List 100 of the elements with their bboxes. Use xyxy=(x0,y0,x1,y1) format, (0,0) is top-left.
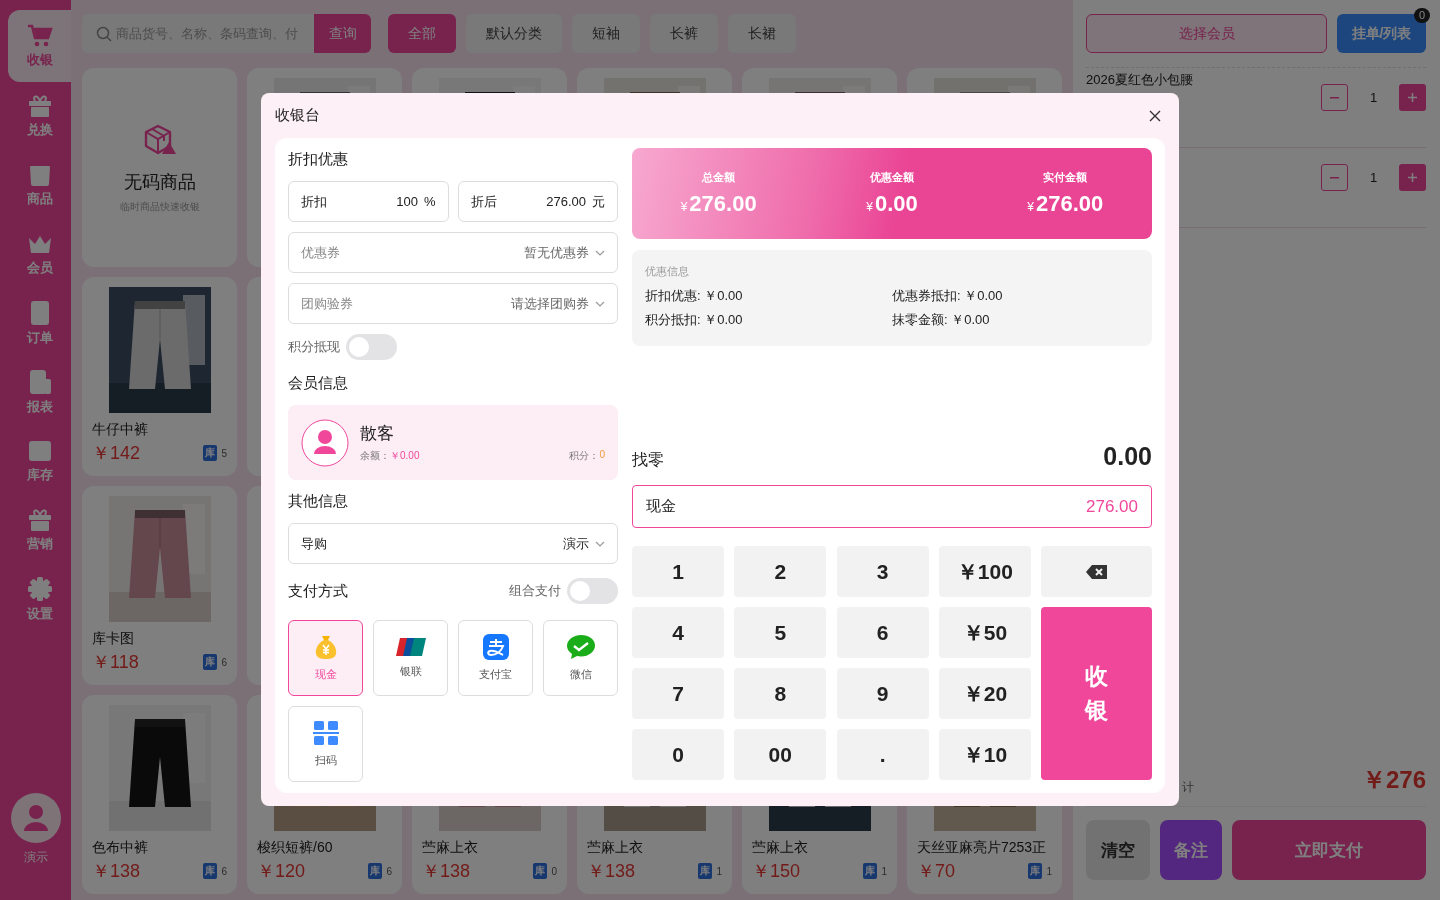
keypad-key[interactable]: 6 xyxy=(836,607,929,658)
clear-button[interactable]: 清空 xyxy=(1086,820,1150,880)
discount-info-item: 折扣优惠: ￥0.00 xyxy=(645,287,744,305)
stock-badge: 库 xyxy=(203,445,218,461)
discounted-price-field[interactable]: 折后 276.00 元 xyxy=(457,181,618,222)
keypad-key[interactable]: 2 xyxy=(734,546,827,597)
plus-icon xyxy=(1408,173,1417,182)
product-name: 库卡图 xyxy=(92,630,135,648)
minus-icon xyxy=(1330,96,1339,99)
payment-method[interactable]: 现金 xyxy=(288,620,363,696)
decrease-button[interactable] xyxy=(1321,164,1348,191)
increase-button[interactable] xyxy=(1399,164,1426,191)
keypad-key[interactable]: 3 xyxy=(836,546,929,597)
category-tab[interactable]: 长裤 xyxy=(650,14,718,53)
payment-method[interactable]: 银联 xyxy=(373,620,448,696)
keypad-key[interactable]: . xyxy=(836,729,929,780)
points-label: 积分： xyxy=(569,449,600,463)
stock-count: 0 xyxy=(551,865,557,877)
stock-badge: 库 xyxy=(203,654,218,670)
product-card[interactable]: 牛仔中裤 ￥142 库 5 xyxy=(82,277,237,476)
product-name: 无码商品 xyxy=(123,170,196,194)
keypad-key[interactable]: ￥10 xyxy=(938,729,1031,780)
quantity: 1 xyxy=(1368,90,1379,105)
stock-badge: 库 xyxy=(1028,863,1043,879)
stock-badge: 库 xyxy=(863,863,878,879)
increase-button[interactable] xyxy=(1399,84,1426,111)
decrease-button[interactable] xyxy=(1321,84,1348,111)
keypad-key[interactable]: 00 xyxy=(734,729,827,780)
stock-count: 1 xyxy=(1046,865,1052,877)
checkout-submit-button[interactable]: 收银 xyxy=(1041,607,1153,780)
payment-method[interactable]: 支付宝 xyxy=(458,620,533,696)
product-name: 色布中裤 xyxy=(92,839,149,857)
stock-count: 6 xyxy=(221,865,227,877)
discount-info-item: 优惠券抵扣: ￥0.00 xyxy=(892,287,1004,305)
product-price: ￥142 xyxy=(92,442,141,465)
tender-field[interactable]: 现金 276.00 xyxy=(632,485,1152,528)
keypad-key[interactable]: 0 xyxy=(632,729,724,780)
keypad-key[interactable]: 8 xyxy=(734,668,827,719)
points-value: 0 xyxy=(599,449,605,462)
change-label: 找零 xyxy=(632,450,664,470)
keypad-key[interactable]: ￥20 xyxy=(938,668,1031,719)
product-name: 苎麻上衣 xyxy=(587,839,644,857)
change-amount: 0.00 xyxy=(1103,442,1152,471)
dialog-title: 收银台 xyxy=(275,106,320,125)
stock-badge: 库 xyxy=(533,863,548,879)
keypad-key[interactable]: ￥100 xyxy=(938,546,1031,597)
category-tab[interactable]: 长裙 xyxy=(728,14,796,53)
cart-icon xyxy=(26,23,53,48)
product-price: ￥138 xyxy=(422,860,471,883)
toggle-switch[interactable] xyxy=(346,334,397,360)
summary-amount: 276.00 xyxy=(1036,191,1104,217)
minus-icon xyxy=(1330,176,1339,179)
avatar-icon xyxy=(10,793,61,843)
stock-count: 1 xyxy=(716,865,722,877)
category-tab[interactable]: 短袖 xyxy=(572,14,640,53)
currency-symbol: ¥ xyxy=(680,200,688,214)
search-icon xyxy=(96,26,112,42)
member-name: 散客 xyxy=(360,423,395,445)
summary-label: 总金额 xyxy=(702,170,736,185)
discount-info-item: 积分抵扣: ￥0.00 xyxy=(645,311,744,329)
product-price: ￥138 xyxy=(587,860,636,883)
keypad-key[interactable]: 4 xyxy=(632,607,724,658)
stock-badge: 库 xyxy=(368,863,383,879)
summary-label: 优惠金额 xyxy=(870,170,914,185)
product-name: 苎麻上衣 xyxy=(752,839,809,857)
product-price: ￥120 xyxy=(257,860,306,883)
currency-symbol: ¥ xyxy=(1027,200,1034,214)
group-coupon-select[interactable]: 团购验券 请选择团购券 xyxy=(288,283,618,324)
keypad-key[interactable]: 5 xyxy=(734,607,827,658)
keypad-key[interactable]: ￥50 xyxy=(938,607,1031,658)
panel-heading: 优惠信息 xyxy=(645,264,690,279)
product-card[interactable]: 库卡图 ￥118 库 6 xyxy=(82,486,237,685)
product-name: 牛仔中裤 xyxy=(92,421,149,439)
category-tab[interactable]: 默认分类 xyxy=(466,14,562,53)
gift-icon xyxy=(26,508,53,532)
section-heading: 会员信息 xyxy=(288,373,349,393)
backspace-key[interactable] xyxy=(1041,546,1153,597)
summary-label: 实付金额 xyxy=(1043,170,1088,185)
summary-amount: 276.00 xyxy=(689,191,757,217)
chevron-down-icon xyxy=(595,540,605,547)
keypad-key[interactable]: 7 xyxy=(632,668,724,719)
chevron-down-icon xyxy=(595,300,605,307)
stock-badge: 库 xyxy=(203,863,218,879)
toggle-switch[interactable] xyxy=(567,578,618,604)
product-card[interactable]: 色布中裤 ￥138 库 6 xyxy=(82,695,237,894)
discount-info-item: 抹零金额: ￥0.00 xyxy=(892,311,991,329)
discount-rate-field[interactable]: 折扣 100 % xyxy=(288,181,449,222)
product-price: ￥150 xyxy=(752,860,801,883)
payment-method[interactable]: 微信 xyxy=(543,620,618,696)
product-price: ￥118 xyxy=(92,651,139,674)
payment-method[interactable]: 扫码 xyxy=(288,706,363,782)
keypad-key[interactable]: 9 xyxy=(836,668,929,719)
keypad-key[interactable]: 1 xyxy=(632,546,724,597)
salesperson-select[interactable]: 导购 演示 xyxy=(288,523,618,564)
total-label: 计 xyxy=(1182,779,1194,796)
toggle-label: 组合支付 xyxy=(509,582,561,600)
cart-item-name: 2026夏红色小包腰 xyxy=(1086,71,1193,89)
coupon-select[interactable]: 优惠券 暂无优惠券 xyxy=(288,232,618,273)
currency-symbol: ¥ xyxy=(866,200,873,214)
plus-icon xyxy=(1408,93,1417,102)
